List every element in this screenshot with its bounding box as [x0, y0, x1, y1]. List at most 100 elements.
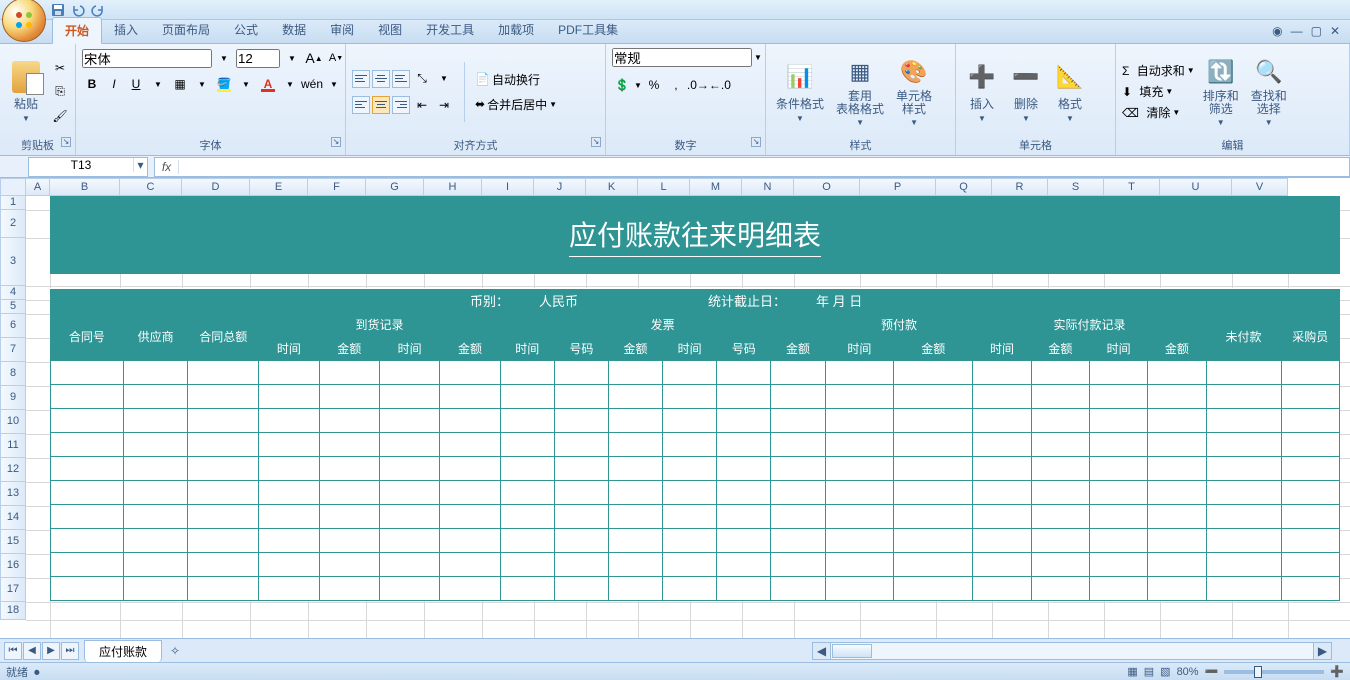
- qat-save-icon[interactable]: [50, 2, 66, 18]
- sheet-nav-first-icon[interactable]: ⏮: [4, 642, 22, 660]
- table-cell[interactable]: [123, 505, 188, 529]
- decrease-decimal-icon[interactable]: ←.0: [710, 75, 730, 95]
- row-header-9[interactable]: 9: [0, 386, 26, 410]
- table-cell[interactable]: [259, 529, 319, 553]
- table-cell[interactable]: [319, 577, 379, 601]
- table-row[interactable]: [51, 457, 1340, 481]
- clear-button[interactable]: ⌫ 清除▼: [1122, 104, 1180, 121]
- table-cell[interactable]: [259, 457, 319, 481]
- tab-数据[interactable]: 数据: [270, 17, 318, 43]
- table-cell[interactable]: [123, 529, 188, 553]
- table-cell[interactable]: [825, 457, 894, 481]
- table-row[interactable]: [51, 505, 1340, 529]
- help-icon[interactable]: ◉: [1272, 24, 1282, 38]
- table-cell[interactable]: [1148, 409, 1206, 433]
- table-cell[interactable]: [1148, 577, 1206, 601]
- table-cell[interactable]: [51, 361, 124, 385]
- comma-icon[interactable]: ,: [666, 75, 686, 95]
- increase-decimal-icon[interactable]: .0→: [688, 75, 708, 95]
- table-cell[interactable]: [1031, 505, 1089, 529]
- table-cell[interactable]: [973, 529, 1031, 553]
- table-cell[interactable]: [608, 433, 662, 457]
- hscroll-right-icon[interactable]: ▶: [1313, 643, 1331, 659]
- table-cell[interactable]: [259, 481, 319, 505]
- table-cell[interactable]: [825, 529, 894, 553]
- table-cell[interactable]: [1089, 553, 1147, 577]
- table-cell[interactable]: [51, 505, 124, 529]
- table-cell[interactable]: [259, 577, 319, 601]
- table-cell[interactable]: [554, 553, 608, 577]
- underline-dropdown-icon[interactable]: ▼: [148, 74, 168, 94]
- table-row[interactable]: [51, 361, 1340, 385]
- table-cell[interactable]: [894, 529, 973, 553]
- tab-PDF工具集[interactable]: PDF工具集: [546, 17, 630, 43]
- table-cell[interactable]: [973, 577, 1031, 601]
- table-cell[interactable]: [1281, 433, 1339, 457]
- table-cell[interactable]: [608, 577, 662, 601]
- row-header-8[interactable]: 8: [0, 362, 26, 386]
- table-cell[interactable]: [1281, 457, 1339, 481]
- row-header-16[interactable]: 16: [0, 554, 26, 578]
- table-cell[interactable]: [1148, 457, 1206, 481]
- table-cell[interactable]: [440, 385, 500, 409]
- table-cell[interactable]: [188, 553, 259, 577]
- table-cell[interactable]: [717, 361, 771, 385]
- table-cell[interactable]: [379, 457, 439, 481]
- table-cell[interactable]: [188, 481, 259, 505]
- table-cell[interactable]: [554, 505, 608, 529]
- table-cell[interactable]: [825, 361, 894, 385]
- table-cell[interactable]: [1206, 457, 1281, 481]
- table-cell[interactable]: [608, 385, 662, 409]
- row-header-3[interactable]: 3: [0, 238, 26, 286]
- table-cell[interactable]: [554, 457, 608, 481]
- currency-icon[interactable]: 💲: [612, 75, 632, 95]
- table-cell[interactable]: [319, 481, 379, 505]
- tab-开发工具[interactable]: 开发工具: [414, 17, 486, 43]
- table-cell[interactable]: [500, 457, 554, 481]
- table-cell[interactable]: [771, 553, 825, 577]
- table-cell[interactable]: [771, 481, 825, 505]
- table-cell[interactable]: [1089, 577, 1147, 601]
- table-cell[interactable]: [608, 457, 662, 481]
- table-cell[interactable]: [440, 553, 500, 577]
- table-cell[interactable]: [973, 553, 1031, 577]
- name-box[interactable]: T13▾: [28, 157, 148, 177]
- align-bottom-icon[interactable]: [392, 70, 410, 88]
- table-cell[interactable]: [1089, 481, 1147, 505]
- table-cell[interactable]: [379, 481, 439, 505]
- row-header-10[interactable]: 10: [0, 410, 26, 434]
- table-cell[interactable]: [500, 553, 554, 577]
- table-cell[interactable]: [500, 433, 554, 457]
- font-size-select[interactable]: [236, 49, 280, 68]
- table-cell[interactable]: [973, 457, 1031, 481]
- sheet-nav-next-icon[interactable]: ▶: [42, 642, 60, 660]
- grow-font-icon[interactable]: A▲: [304, 48, 324, 68]
- table-cell[interactable]: [1031, 529, 1089, 553]
- table-cell[interactable]: [1031, 385, 1089, 409]
- table-cell[interactable]: [771, 577, 825, 601]
- col-header-B[interactable]: B: [50, 178, 120, 196]
- table-cell[interactable]: [51, 385, 124, 409]
- table-cell[interactable]: [1281, 529, 1339, 553]
- table-cell[interactable]: [51, 481, 124, 505]
- tab-审阅[interactable]: 审阅: [318, 17, 366, 43]
- table-cell[interactable]: [1031, 577, 1089, 601]
- table-cell[interactable]: [379, 553, 439, 577]
- table-cell[interactable]: [1281, 481, 1339, 505]
- table-cell[interactable]: [973, 505, 1031, 529]
- table-cell[interactable]: [1281, 505, 1339, 529]
- horizontal-scrollbar[interactable]: ◀ ▶: [812, 642, 1332, 660]
- row-header-5[interactable]: 5: [0, 300, 26, 314]
- table-cell[interactable]: [188, 457, 259, 481]
- table-cell[interactable]: [440, 457, 500, 481]
- row-header-11[interactable]: 11: [0, 434, 26, 458]
- table-cell[interactable]: [379, 577, 439, 601]
- table-cell[interactable]: [717, 481, 771, 505]
- table-cell[interactable]: [1089, 433, 1147, 457]
- table-cell[interactable]: [1206, 529, 1281, 553]
- table-row[interactable]: [51, 529, 1340, 553]
- col-header-S[interactable]: S: [1048, 178, 1104, 196]
- view-break-icon[interactable]: ▧: [1160, 665, 1170, 678]
- table-cell[interactable]: [440, 481, 500, 505]
- table-cell[interactable]: [608, 529, 662, 553]
